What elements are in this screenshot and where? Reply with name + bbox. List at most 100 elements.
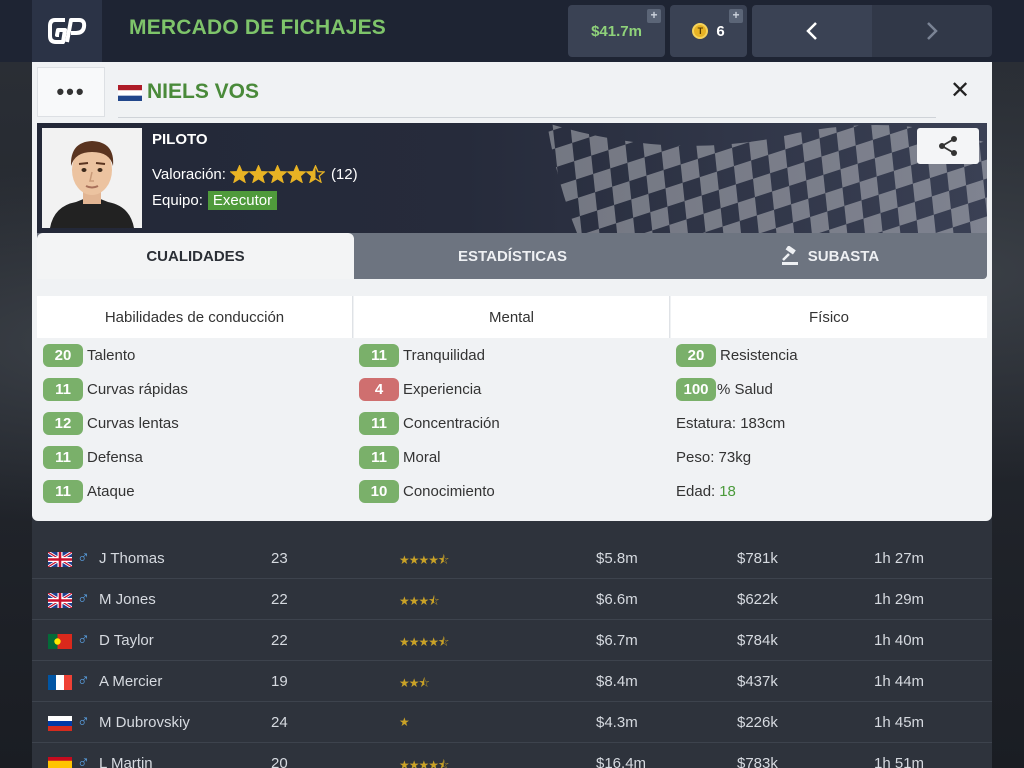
quality-label: Concentración bbox=[403, 414, 500, 432]
previous-button[interactable] bbox=[752, 5, 872, 57]
market-row[interactable]: ♂ M Jones 22 ★★★⯪ $6.6m $622k 1h 29m bbox=[32, 579, 992, 620]
market-row[interactable]: ♂ J Thomas 23 ★★★★⯪ $5.8m $781k 1h 27m bbox=[32, 538, 992, 579]
token-coin-icon: T bbox=[692, 23, 709, 39]
salary-cell: $781k bbox=[737, 550, 778, 567]
salary-cell: $622k bbox=[737, 591, 778, 608]
salary-cell: $437k bbox=[737, 673, 778, 690]
tab-estadisticas[interactable]: ESTADÍSTICAS bbox=[354, 233, 671, 279]
value-cell: $16.4m bbox=[596, 755, 647, 768]
rating-cell: ★ bbox=[399, 715, 410, 729]
height-row: Estatura: 183cm bbox=[676, 414, 786, 432]
mental-header: Mental bbox=[354, 296, 670, 338]
quality-row: 11 Ataque bbox=[43, 479, 135, 503]
value-cell: $6.7m bbox=[596, 632, 638, 649]
driver-name-cell[interactable]: M Dubrovskiy bbox=[99, 714, 190, 731]
quality-value: 4 bbox=[359, 377, 399, 401]
quality-value: 11 bbox=[43, 377, 83, 401]
market-row[interactable]: ♂ D Taylor 22 ★★★★⯪ $6.7m $784k 1h 40m bbox=[32, 620, 992, 661]
quality-value: 11 bbox=[359, 411, 399, 435]
close-button[interactable]: ✕ bbox=[950, 76, 970, 105]
male-icon: ♂ bbox=[77, 671, 90, 690]
male-icon: ♂ bbox=[77, 630, 90, 649]
money-balance[interactable]: $41.7m + bbox=[568, 5, 665, 57]
time-left-cell: 1h 27m bbox=[874, 550, 925, 567]
value-cell: $6.6m bbox=[596, 591, 638, 608]
driver-name-cell[interactable]: J Thomas bbox=[99, 550, 165, 567]
rating-count: (12) bbox=[330, 165, 358, 183]
age-label: Edad: bbox=[676, 482, 716, 500]
stamina-value: 20 bbox=[676, 343, 716, 367]
health-value: 100 bbox=[676, 377, 716, 401]
driver-name-cell[interactable]: L Martin bbox=[99, 755, 153, 768]
tab-bar: CUALIDADES ESTADÍSTICAS SUBASTA bbox=[37, 233, 987, 279]
share-icon bbox=[939, 136, 957, 156]
rating-cell: ★★⯪ bbox=[399, 676, 430, 690]
share-button[interactable] bbox=[917, 128, 979, 164]
male-icon: ♂ bbox=[77, 753, 90, 768]
quality-row: 20 Talento bbox=[43, 343, 135, 367]
driver-name-cell[interactable]: A Mercier bbox=[99, 673, 162, 690]
quality-label: Curvas lentas bbox=[87, 414, 179, 432]
title-divider bbox=[118, 117, 936, 118]
salary-cell: $226k bbox=[737, 714, 778, 731]
star-icon bbox=[286, 165, 306, 183]
age-cell: 19 bbox=[271, 673, 288, 690]
token-balance[interactable]: T 6 + bbox=[670, 5, 747, 57]
page-title: MERCADO DE FICHAJES bbox=[129, 16, 386, 39]
chevron-right-icon bbox=[927, 22, 938, 40]
quality-value: 11 bbox=[359, 445, 399, 469]
market-row[interactable]: ♂ L Martin 20 ★★★★⯪ $16.4m $783k 1h 51m bbox=[32, 743, 992, 768]
quality-row: 11 Concentración bbox=[359, 411, 500, 435]
rating-row: Valoración: (12) bbox=[152, 165, 358, 183]
quality-row: 11 Moral bbox=[359, 445, 441, 469]
home-logo-button[interactable] bbox=[32, 0, 102, 62]
stamina-row: 20 Resistencia bbox=[676, 343, 798, 367]
rating-cell: ★★★★⯪ bbox=[399, 635, 449, 649]
team-row: Equipo: Executor bbox=[152, 191, 278, 210]
quality-value: 11 bbox=[359, 343, 399, 367]
tab-subasta-label: SUBASTA bbox=[807, 247, 880, 265]
driving-skills-header: Habilidades de conducción bbox=[37, 296, 353, 338]
quality-value: 20 bbox=[43, 343, 83, 367]
value-cell: $5.8m bbox=[596, 550, 638, 567]
star-icon bbox=[229, 165, 249, 183]
netherlands-flag-icon bbox=[118, 85, 142, 101]
quality-value: 11 bbox=[43, 479, 83, 503]
driver-avatar bbox=[42, 128, 142, 228]
quality-row: 12 Curvas lentas bbox=[43, 411, 179, 435]
quality-label: Tranquilidad bbox=[403, 346, 485, 364]
male-icon: ♂ bbox=[77, 548, 90, 567]
value-cell: $4.3m bbox=[596, 714, 638, 731]
value-cell: $8.4m bbox=[596, 673, 638, 690]
quality-label: Defensa bbox=[87, 448, 143, 466]
salary-cell: $784k bbox=[737, 632, 778, 649]
tab-cualidades[interactable]: CUALIDADES bbox=[37, 233, 354, 279]
tab-subasta[interactable]: SUBASTA bbox=[671, 233, 988, 279]
money-value: $41.7m bbox=[591, 22, 642, 40]
more-options-button[interactable]: ••• bbox=[37, 67, 105, 117]
add-tokens-button[interactable]: + bbox=[729, 9, 743, 23]
next-button[interactable] bbox=[872, 5, 992, 57]
country-flag-icon bbox=[48, 552, 72, 567]
salary-cell: $783k bbox=[737, 755, 778, 768]
add-money-button[interactable]: + bbox=[647, 9, 661, 23]
quality-value: 10 bbox=[359, 479, 399, 503]
team-badge[interactable]: Executor bbox=[207, 191, 278, 210]
country-flag-icon bbox=[48, 593, 72, 608]
time-left-cell: 1h 45m bbox=[874, 714, 925, 731]
male-icon: ♂ bbox=[77, 589, 90, 608]
market-row[interactable]: ♂ M Dubrovskiy 24 ★ $4.3m $226k 1h 45m bbox=[32, 702, 992, 743]
country-flag-icon bbox=[48, 675, 72, 690]
health-label: % Salud bbox=[717, 380, 773, 398]
star-icon bbox=[248, 165, 268, 183]
team-label: Equipo: bbox=[152, 192, 203, 209]
age-cell: 22 bbox=[271, 591, 288, 608]
age-cell: 20 bbox=[271, 755, 288, 768]
top-bar: MERCADO DE FICHAJES $41.7m + T 6 + bbox=[0, 0, 1024, 62]
market-row[interactable]: ♂ A Mercier 19 ★★⯪ $8.4m $437k 1h 44m bbox=[32, 661, 992, 702]
rating-label: Valoración: bbox=[152, 165, 226, 183]
rating-cell: ★★★★⯪ bbox=[399, 553, 449, 567]
driver-name-cell[interactable]: D Taylor bbox=[99, 632, 154, 649]
driver-name-cell[interactable]: M Jones bbox=[99, 591, 156, 608]
quality-label: Talento bbox=[87, 346, 136, 364]
